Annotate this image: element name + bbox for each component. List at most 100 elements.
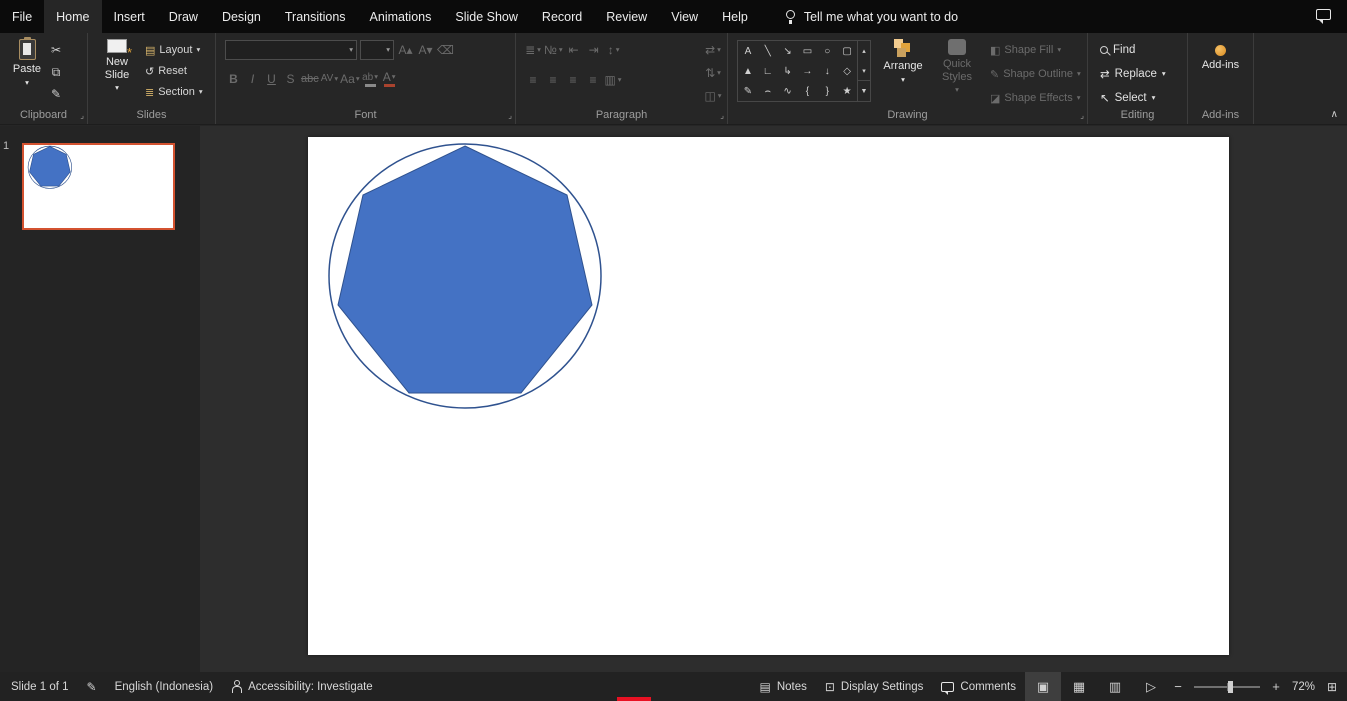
freeform-shape[interactable]: ✎ [738, 81, 758, 101]
align-left-button[interactable]: ≡ [524, 70, 542, 89]
arrow-right-shape[interactable]: → [798, 61, 818, 81]
font-dialog-launcher[interactable]: ⌟ [508, 112, 512, 120]
slide-1-thumbnail[interactable] [22, 143, 175, 230]
diamond-shape[interactable]: ◇ [837, 61, 857, 81]
font-size-select[interactable]: ▾ [360, 40, 394, 60]
paragraph-dialog-launcher[interactable]: ⌟ [720, 112, 724, 120]
drawing-dialog-launcher[interactable]: ⌟ [1080, 112, 1084, 120]
zoom-level[interactable]: 72% [1285, 681, 1321, 693]
shape-outline-button[interactable]: ✎ Shape Outline ▾ [987, 64, 1084, 84]
section-button[interactable]: ≣ Section ▾ [142, 82, 206, 102]
numbering-button[interactable]: №▾ [544, 40, 563, 59]
gallery-scroll-down[interactable]: ▾ [858, 61, 870, 81]
right-brace-shape[interactable]: } [817, 81, 837, 101]
rectangle-shape[interactable]: ▭ [798, 41, 818, 61]
shrink-font-button[interactable]: A▾ [417, 41, 434, 60]
menu-tab-review[interactable]: Review [594, 0, 659, 33]
reset-button[interactable]: ↺ Reset [142, 61, 206, 81]
clipboard-dialog-launcher[interactable]: ⌟ [80, 112, 84, 120]
star-shape[interactable]: ★ [837, 81, 857, 101]
text-shadow-button[interactable]: S [282, 69, 299, 88]
font-color-button[interactable]: A▾ [381, 69, 398, 88]
bold-button[interactable]: B [225, 69, 242, 88]
notes-button[interactable]: ▤ Notes [750, 672, 815, 701]
display-settings-button[interactable]: ⊡ Display Settings [816, 672, 933, 701]
line-spacing-button[interactable]: ↕▾ [605, 40, 623, 59]
menu-tab-home[interactable]: Home [44, 0, 101, 33]
menu-tab-help[interactable]: Help [710, 0, 760, 33]
menu-tab-design[interactable]: Design [210, 0, 273, 33]
zoom-out-button[interactable]: − [1169, 679, 1187, 694]
curve-shape[interactable]: ∿ [778, 81, 798, 101]
addins-button[interactable]: Add-ins [1188, 33, 1253, 72]
italic-button[interactable]: I [244, 69, 261, 88]
align-right-button[interactable]: ≡ [564, 70, 582, 89]
text-box-shape[interactable]: A [738, 41, 758, 61]
shape-fill-button[interactable]: ◧ Shape Fill ▾ [987, 40, 1084, 60]
layout-button[interactable]: ▤ Layout ▾ [142, 40, 206, 60]
copy-button[interactable]: ⧉ [46, 62, 66, 82]
heptagon-shape[interactable] [338, 146, 592, 393]
menu-tab-slide-show[interactable]: Slide Show [443, 0, 530, 33]
tell-me-search[interactable]: Tell me what you want to do [786, 0, 958, 33]
character-spacing-button[interactable]: AV▾ [321, 69, 338, 88]
align-text-button[interactable]: ⇅▾ [704, 63, 722, 82]
shape-effects-button[interactable]: ◪ Shape Effects ▾ [987, 88, 1084, 108]
columns-button[interactable]: ▥▾ [604, 70, 622, 89]
line-shape[interactable]: ╲ [758, 41, 778, 61]
paste-button[interactable]: Paste ▾ [8, 33, 46, 86]
font-name-select[interactable]: ▾ [225, 40, 357, 60]
comments-button[interactable]: Comments [932, 672, 1025, 701]
menu-tab-draw[interactable]: Draw [157, 0, 210, 33]
menu-tab-record[interactable]: Record [530, 0, 594, 33]
elbow-arrow-shape[interactable]: ↳ [778, 61, 798, 81]
grow-font-button[interactable]: A▴ [397, 41, 414, 60]
oval-shape[interactable]: ○ [817, 41, 837, 61]
accessibility-status[interactable]: Accessibility: Investigate [222, 672, 382, 701]
menu-tab-animations[interactable]: Animations [358, 0, 444, 33]
format-painter-button[interactable]: ✎ [46, 84, 66, 104]
replace-button[interactable]: ⇄ Replace ▾ [1100, 64, 1187, 84]
new-slide-button[interactable]: New Slide ▾ [92, 33, 142, 92]
elbow-connector-shape[interactable]: ∟ [758, 61, 778, 81]
justify-button[interactable]: ≡ [584, 70, 602, 89]
fit-slide-to-window-button[interactable]: ⊞ [1321, 680, 1347, 694]
zoom-slider[interactable] [1194, 686, 1260, 688]
slideshow-view-button[interactable]: ▷ [1133, 672, 1169, 701]
language-indicator[interactable]: English (Indonesia) [106, 672, 222, 701]
cut-button[interactable]: ✂ [46, 40, 66, 60]
align-center-button[interactable]: ≡ [544, 70, 562, 89]
editing-canvas[interactable] [200, 126, 1347, 672]
bullets-button[interactable]: ≣▾ [524, 40, 542, 59]
strikethrough-button[interactable]: abc [301, 69, 319, 88]
zoom-slider-thumb[interactable] [1228, 681, 1233, 693]
menu-tab-transitions[interactable]: Transitions [273, 0, 358, 33]
clear-formatting-button[interactable]: ⌫ [437, 41, 454, 60]
collapse-ribbon-button[interactable]: ∧ [1331, 109, 1338, 120]
underline-button[interactable]: U [263, 69, 280, 88]
zoom-in-button[interactable]: + [1267, 679, 1285, 694]
menu-tab-view[interactable]: View [659, 0, 710, 33]
find-button[interactable]: Find [1100, 40, 1187, 60]
rounded-rectangle-shape[interactable]: ▢ [837, 41, 857, 61]
select-button[interactable]: ↖ Select ▾ [1100, 88, 1187, 108]
menu-tab-file[interactable]: File [0, 0, 44, 33]
line-arrow-shape[interactable]: ↘ [778, 41, 798, 61]
increase-indent-button[interactable]: ⇥ [585, 40, 603, 59]
slide-sorter-view-button[interactable]: ▦ [1061, 672, 1097, 701]
gallery-more-button[interactable]: ▼ [858, 80, 870, 101]
pen-tool-button[interactable]: ✎ [78, 672, 106, 701]
normal-view-button[interactable]: ▣ [1025, 672, 1061, 701]
arrow-down-shape[interactable]: ↓ [817, 61, 837, 81]
menu-tab-insert[interactable]: Insert [102, 0, 157, 33]
gallery-scroll-up[interactable]: ▴ [858, 41, 870, 61]
triangle-shape[interactable]: ▲ [738, 61, 758, 81]
arc-shape[interactable]: ⌢ [758, 81, 778, 101]
reading-view-button[interactable]: ▥ [1097, 672, 1133, 701]
decrease-indent-button[interactable]: ⇤ [565, 40, 583, 59]
comments-bubble-icon[interactable] [1316, 9, 1331, 20]
convert-smartart-button[interactable]: ◫▾ [704, 86, 722, 105]
text-direction-button[interactable]: ⇄▾ [704, 40, 722, 59]
change-case-button[interactable]: Aa▾ [340, 69, 359, 88]
slide-canvas[interactable] [308, 137, 1229, 655]
